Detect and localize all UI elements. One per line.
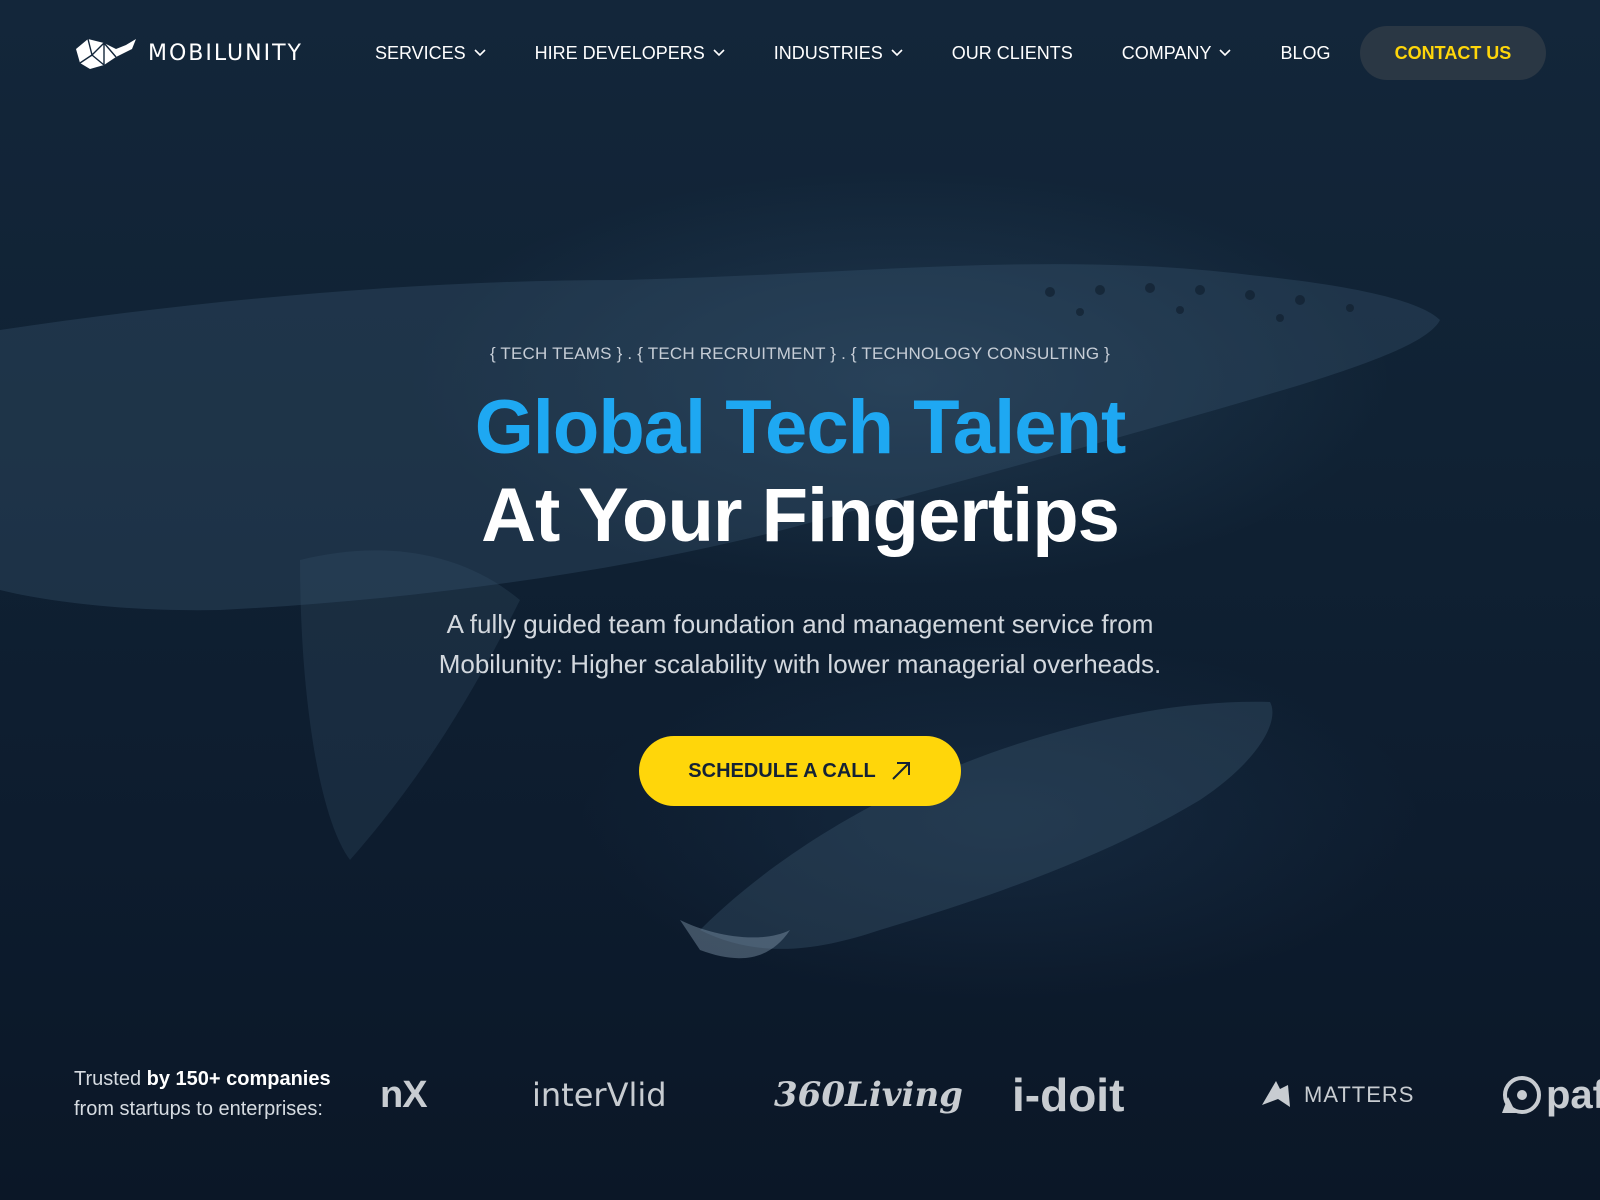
schedule-call-label: SCHEDULE A CALL: [688, 759, 876, 782]
client-logo-360living: 360Living: [774, 1075, 963, 1115]
nav-item-industries[interactable]: INDUSTRIES: [774, 43, 903, 64]
brand-name: MOBILUNITY: [148, 40, 303, 66]
hero-tagline: { TECH TEAMS } . { TECH RECRUITMENT } . …: [489, 344, 1111, 363]
client-logo-opal: paf: [1498, 1060, 1600, 1130]
client-logos-strip: nX interVlid 360Living i-doit MATTERS pa…: [0, 1060, 1600, 1130]
nav-item-label: HIRE DEVELOPERS: [534, 42, 705, 63]
nav-item-label: SERVICES: [374, 42, 466, 63]
nav-item-label: BLOG: [1280, 42, 1331, 63]
hero-subtext: A fully guided team foundation and manag…: [438, 609, 1162, 679]
hero-section: { TECH TEAMS } . { TECH RECRUITMENT } . …: [0, 344, 1600, 806]
client-logo-matters: MATTERS: [1258, 1060, 1414, 1130]
main-nav: SERVICES HIRE DEVELOPERS INDUSTRIES OUR …: [375, 43, 1331, 64]
nav-item-our-clients[interactable]: OUR CLIENTS: [952, 43, 1073, 64]
client-logo-nx: nX: [380, 1073, 428, 1116]
chevron-down-icon: [474, 49, 486, 57]
nav-item-hire-developers[interactable]: HIRE DEVELOPERS: [535, 43, 725, 64]
chevron-down-icon: [713, 49, 725, 57]
opal-logo-icon: [1502, 1076, 1541, 1114]
matters-logo-icon: [1262, 1081, 1290, 1107]
nav-item-label: COMPANY: [1121, 42, 1212, 63]
nav-item-services[interactable]: SERVICES: [375, 43, 486, 64]
schedule-call-button[interactable]: SCHEDULE A CALL: [639, 736, 961, 806]
contact-us-button[interactable]: CONTACT US: [1360, 26, 1546, 80]
whale-logo-icon: [76, 38, 136, 69]
chevron-down-icon: [891, 49, 903, 57]
client-logo-i-doit: i-doit: [1012, 1069, 1125, 1121]
brand-logo[interactable]: MOBILUNITY: [74, 35, 303, 71]
matters-logo-text: MATTERS: [1304, 1082, 1415, 1107]
nav-item-label: OUR CLIENTS: [951, 42, 1073, 63]
nav-item-company[interactable]: COMPANY: [1122, 43, 1232, 64]
arrow-up-right-icon: [891, 762, 910, 780]
nav-item-label: INDUSTRIES: [773, 42, 883, 63]
opal-logo-text: paf: [1546, 1072, 1600, 1117]
top-navbar: MOBILUNITY SERVICES HIRE DEVELOPERS INDU…: [0, 0, 1600, 106]
chevron-down-icon: [1219, 49, 1232, 57]
hero-headline-line2: At Your Fingertips: [481, 473, 1120, 558]
client-logo-intervalid: interVlid: [532, 1076, 667, 1114]
nav-item-blog[interactable]: BLOG: [1280, 43, 1330, 64]
hero-headline-line1: Global Tech Talent: [474, 385, 1127, 470]
